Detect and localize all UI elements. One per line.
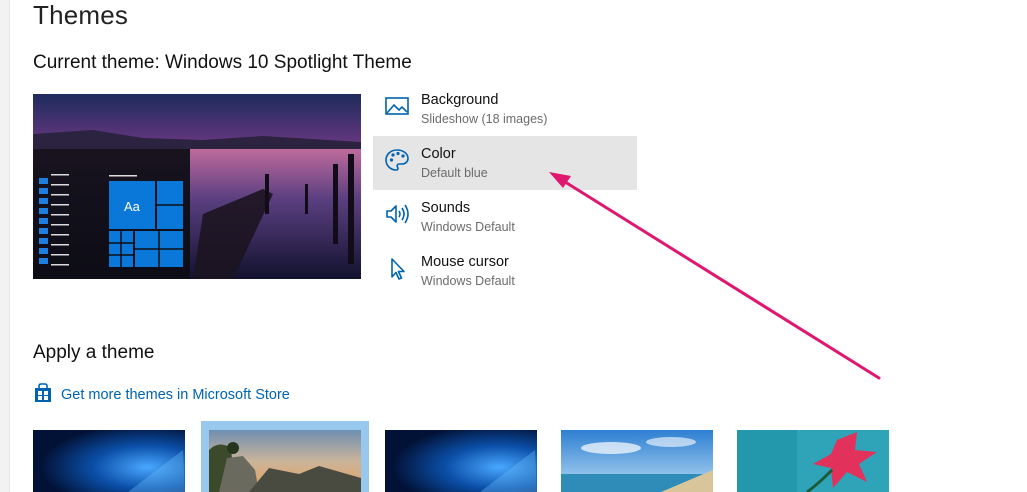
speaker-icon	[384, 202, 410, 226]
microsoft-store-link[interactable]: Get more themes in Microsoft Store	[33, 382, 290, 408]
theme-thumbnail[interactable]	[385, 430, 537, 492]
store-bag-icon	[33, 382, 53, 408]
setting-subtitle: Default blue	[421, 166, 488, 180]
left-nav-edge	[0, 0, 10, 492]
store-link-label: Get more themes in Microsoft Store	[61, 387, 290, 403]
setting-title: Background	[421, 92, 499, 108]
theme-thumbnail-selected[interactable]	[201, 421, 369, 492]
color-setting[interactable]: Color Default blue	[373, 136, 637, 190]
background-setting[interactable]: Background Slideshow (18 images)	[373, 82, 637, 136]
setting-title: Color	[421, 146, 456, 162]
sounds-setting[interactable]: Sounds Windows Default	[373, 190, 637, 244]
theme-preview: Aa	[33, 94, 361, 279]
apply-theme-heading: Apply a theme	[33, 342, 155, 363]
theme-thumbnail[interactable]	[33, 430, 185, 492]
setting-subtitle: Slideshow (18 images)	[421, 112, 548, 126]
palette-icon	[384, 148, 410, 172]
theme-thumbnail[interactable]	[737, 430, 889, 492]
page-title: Themes	[33, 0, 129, 30]
cursor-icon	[384, 256, 410, 280]
theme-settings-list: Background Slideshow (18 images) Color D…	[373, 82, 637, 298]
preview-sample-text: Aa	[124, 199, 141, 214]
setting-title: Sounds	[421, 200, 471, 216]
setting-subtitle: Windows Default	[421, 274, 515, 288]
current-theme-label: Current theme: Windows 10 Spotlight Them…	[33, 52, 412, 73]
theme-thumbnail[interactable]	[561, 430, 713, 492]
setting-subtitle: Windows Default	[421, 220, 515, 234]
picture-icon	[384, 94, 410, 118]
mouse-cursor-setting[interactable]: Mouse cursor Windows Default	[373, 244, 637, 298]
setting-title: Mouse cursor	[421, 254, 509, 270]
